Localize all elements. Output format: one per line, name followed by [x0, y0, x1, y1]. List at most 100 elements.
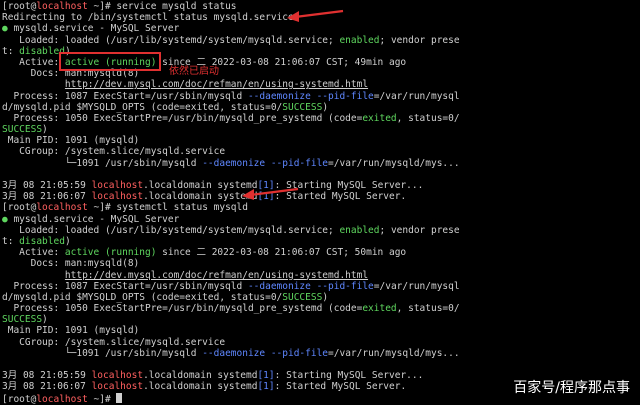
terminal-line: └─1091 /usr/sbin/mysqld --daemonize --pi…: [2, 348, 638, 359]
terminal-text: : Started MySQL Server.: [274, 381, 407, 393]
terminal-text: d/mysqld.pid $MYSQLD_OPTS (code=exited, …: [2, 101, 283, 113]
terminal-text: exited: [362, 303, 397, 315]
highlight-box-active-running: [59, 52, 161, 71]
terminal-line: d/mysqld.pid $MYSQLD_OPTS (code=exited, …: [2, 292, 638, 303]
terminal-text: disabled: [19, 235, 65, 247]
terminal-line: Main PID: 1091 (mysqld): [2, 135, 638, 146]
terminal-text: : Starting MySQL Server...: [274, 370, 424, 382]
terminal-line: http://dev.mysql.com/doc/refman/en/using…: [2, 79, 638, 90]
terminal-text: ●: [2, 213, 14, 225]
terminal-text: localhost: [36, 202, 88, 214]
terminal-text: 3月 08 21:06:07: [2, 191, 92, 203]
terminal-text: Process: 1087 ExecStart=/usr/sbin/mysqld: [2, 90, 248, 102]
terminal-text: [1]: [257, 370, 275, 382]
terminal-text: ; vendor prese: [379, 224, 460, 236]
terminal-text: --daemonize --pid-file: [202, 157, 329, 169]
terminal-text: Process: 1050 ExecStartPre=/usr/bin/mysq…: [2, 112, 363, 124]
terminal-text: ●: [2, 23, 14, 35]
terminal-line: Process: 1050 ExecStartPre=/usr/bin/mysq…: [2, 113, 638, 124]
terminal-line: t: disabled): [2, 236, 638, 247]
terminal-text: t:: [2, 235, 20, 247]
terminal-text: =/var/run/mysqld/mys...: [328, 347, 460, 359]
terminal-text: 3月 08 21:05:59: [2, 370, 92, 382]
terminal-text: CGroup: /system.slice/mysqld.service: [2, 146, 226, 158]
terminal-line: Main PID: 1091 (mysqld): [2, 325, 638, 336]
terminal-text: localhost: [91, 381, 144, 393]
terminal-text: =/var/run/mysql: [373, 90, 460, 102]
terminal-text: [root@: [2, 202, 37, 214]
terminal-text: Loaded: loaded (/usr/lib/systemd/system/…: [2, 34, 340, 46]
terminal-line: Loaded: loaded (/usr/lib/systemd/system/…: [2, 225, 638, 236]
terminal-line: SUCCESS): [2, 124, 638, 135]
annotation-arrow-1: [287, 9, 344, 22]
terminal-text: 3月 08 21:05:59: [2, 180, 92, 191]
terminal-line: Loaded: loaded (/usr/lib/systemd/system/…: [2, 35, 638, 46]
terminal-text: --daemonize --pid-file: [202, 347, 329, 359]
terminal-text: Main PID: 1091 (mysqld): [2, 325, 140, 337]
terminal-text: d/mysqld.pid $MYSQLD_OPTS (code=exited, …: [2, 291, 283, 303]
terminal-text: Redirecting to /bin/systemctl status mys…: [2, 12, 294, 24]
terminal-text: localhost: [91, 191, 144, 203]
terminal-line: 3月 08 21:06:07 localhost.localdomain sys…: [2, 191, 638, 202]
terminal-text: mysqld.service - MySQL Server: [13, 23, 180, 35]
terminal-line: SUCCESS): [2, 314, 638, 325]
terminal-text: http://dev.mysql.com/doc/refman/en/using…: [64, 79, 369, 91]
terminal-text: --daemonize --pid-file: [247, 280, 374, 292]
terminal-text: localhost: [91, 180, 144, 191]
terminal-text: , status=0/: [396, 112, 460, 124]
terminal-text: ): [42, 314, 48, 326]
terminal-text: .localdomain systemd: [143, 370, 258, 382]
terminal-text: 3月 08 21:06:07: [2, 381, 92, 393]
terminal-line: CGroup: /system.slice/mysqld.service: [2, 146, 638, 157]
terminal-text: Docs: man:mysqld(8): [2, 258, 140, 270]
terminal-text: =/var/run/mysql: [373, 280, 460, 292]
terminal-text: SUCCESS: [282, 291, 323, 303]
annotation-label: 依然已启动: [169, 66, 219, 77]
terminal-text: Active:: [2, 247, 65, 259]
terminal-text: mysqld.service - MySQL Server: [13, 213, 180, 225]
terminal-line: Process: 1050 ExecStartPre=/usr/bin/mysq…: [2, 303, 638, 314]
annotation-arrow-2: [242, 187, 299, 200]
terminal-text: localhost: [36, 1, 88, 12]
terminal-line: [root@localhost ~]# systemctl status mys…: [2, 202, 638, 213]
terminal-text: .localdomain systemd: [143, 381, 258, 393]
terminal-line: ● mysqld.service - MySQL Server: [2, 23, 638, 34]
terminal-text: ): [42, 124, 48, 136]
terminal-line: CGroup: /system.slice/mysqld.service: [2, 337, 638, 348]
terminal-text: [1]: [257, 381, 275, 393]
terminal-text: [root@: [2, 1, 37, 12]
terminal-text: Loaded: loaded (/usr/lib/systemd/system/…: [2, 224, 340, 236]
terminal-text: SUCCESS: [2, 314, 43, 326]
terminal-text: exited: [362, 112, 397, 124]
terminal-text: enabled: [339, 224, 380, 236]
terminal-line: http://dev.mysql.com/doc/refman/en/using…: [2, 270, 638, 281]
terminal-text: SUCCESS: [282, 101, 323, 113]
terminal-text: Process: 1050 ExecStartPre=/usr/bin/mysq…: [2, 303, 363, 315]
watermark: 百家号/程序那点事: [513, 379, 630, 396]
terminal-text: └─1091 /usr/sbin/mysqld: [2, 347, 203, 359]
terminal-text: SUCCESS: [2, 124, 43, 136]
terminal-text: localhost: [91, 370, 144, 382]
terminal-text: enabled: [339, 34, 380, 46]
terminal-text: , status=0/: [396, 303, 460, 315]
terminal-text: =/var/run/mysqld/mys...: [328, 157, 460, 169]
terminal-text: └─1091 /usr/sbin/mysqld: [2, 157, 203, 169]
terminal-text: Main PID: 1091 (mysqld): [2, 135, 140, 147]
terminal-text: since 二 2022-03-08 21:06:07 CST; 50min a…: [156, 247, 407, 259]
terminal-line: 3月 08 21:05:59 localhost.localdomain sys…: [2, 180, 638, 191]
terminal-text: ): [64, 235, 71, 247]
terminal-line: └─1091 /usr/sbin/mysqld --daemonize --pi…: [2, 158, 638, 169]
cursor-block: [116, 392, 123, 403]
terminal-text: active (running): [64, 247, 157, 259]
terminal-text: Process: 1087 ExecStart=/usr/sbin/mysqld: [2, 280, 248, 292]
terminal-text: CGroup: /system.slice/mysqld.service: [2, 336, 226, 348]
terminal-line: Process: 1087 ExecStart=/usr/sbin/mysqld…: [2, 91, 638, 102]
terminal-text: ): [322, 291, 329, 303]
terminal-text: Active:: [2, 56, 65, 68]
terminal-text: ~]# service mysqld status: [87, 1, 237, 12]
terminal-text: ; vendor prese: [379, 34, 460, 46]
terminal-line: ● mysqld.service - MySQL Server: [2, 214, 638, 225]
